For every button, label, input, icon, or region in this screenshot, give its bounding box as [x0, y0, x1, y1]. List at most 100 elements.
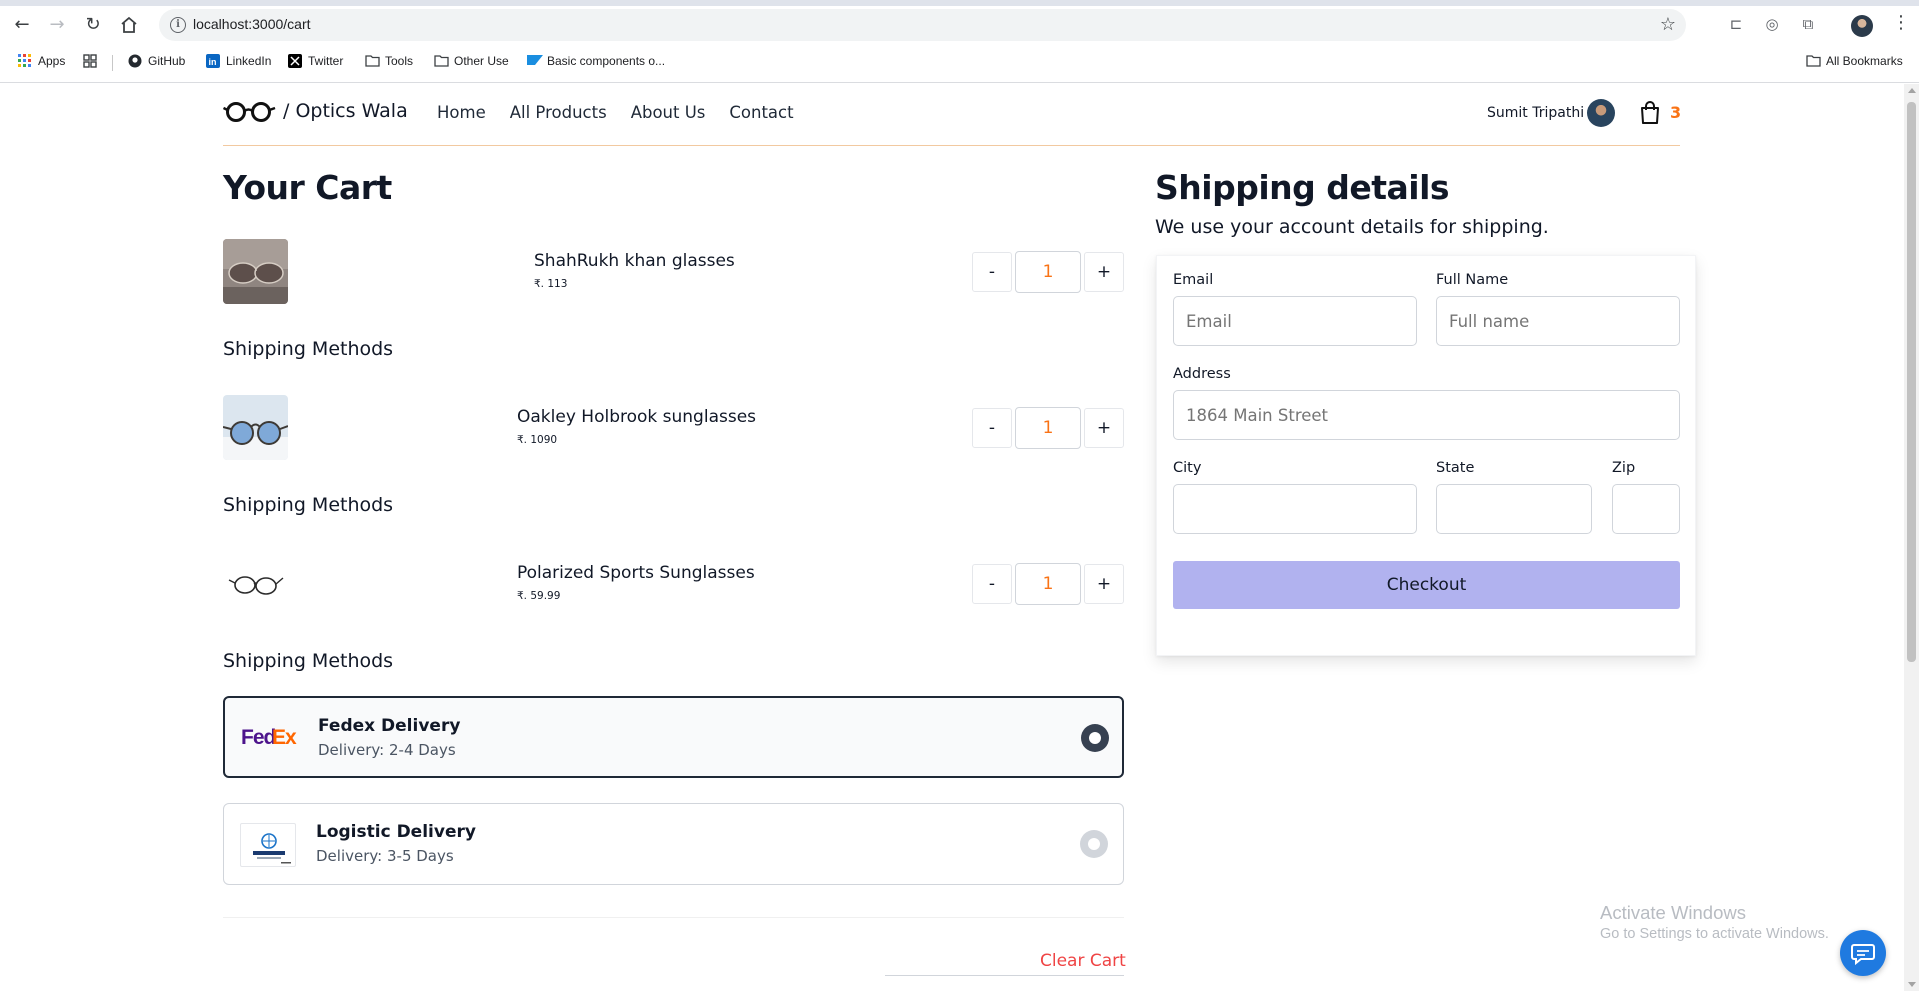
scroll-down-icon[interactable]	[1908, 982, 1916, 987]
radio-selected[interactable]	[1081, 724, 1109, 752]
folder-icon	[365, 54, 380, 68]
product-image[interactable]	[223, 239, 288, 304]
nav-contact[interactable]: Contact	[729, 103, 793, 122]
bookmark-star-icon[interactable]: ☆	[1660, 14, 1676, 35]
shipping-form: Email Full Name Address City State Zip C…	[1156, 255, 1696, 656]
city-field[interactable]	[1173, 484, 1417, 534]
avatar[interactable]	[1587, 99, 1615, 127]
bookmark-twitter[interactable]: Twitter	[288, 54, 343, 68]
bookmark-github[interactable]: GitHub	[128, 54, 185, 68]
browser-chrome: ← → ↻ i localhost:3000/cart ☆ ⊏ ◎ ⧉ ⋮ Ap…	[0, 0, 1919, 83]
product-price: ₹. 113	[534, 278, 568, 290]
state-label: State	[1436, 460, 1475, 476]
sap-icon	[527, 54, 543, 68]
quantity-input[interactable]: 1	[1015, 563, 1081, 605]
x-twitter-icon	[288, 54, 302, 68]
bookmark-other-use[interactable]: Other Use	[434, 54, 509, 68]
nav-about-us[interactable]: About Us	[631, 103, 706, 122]
bookmark-linkedin[interactable]: in LinkedIn	[206, 54, 271, 68]
zip-label: Zip	[1612, 460, 1636, 476]
product-name[interactable]: Polarized Sports Sunglasses	[517, 563, 755, 583]
address-bar[interactable]: i localhost:3000/cart ☆	[159, 9, 1686, 41]
site-info-icon[interactable]: i	[170, 17, 186, 33]
nav-all-products[interactable]: All Products	[510, 103, 607, 122]
shopping-bag-icon[interactable]	[1639, 101, 1661, 129]
activate-windows-subtitle: Go to Settings to activate Windows.	[1600, 926, 1829, 942]
forward-icon[interactable]: →	[46, 14, 68, 36]
main-nav: Home All Products About Us Contact	[437, 103, 818, 122]
extension-c-icon[interactable]: ⊏	[1726, 14, 1746, 34]
url-text[interactable]: localhost:3000/cart	[193, 16, 311, 32]
brand-name: / Optics Wala	[283, 100, 408, 122]
quantity-input[interactable]: 1	[1015, 251, 1081, 293]
product-price: ₹. 1090	[517, 434, 558, 446]
bookmark-label: GitHub	[148, 54, 186, 68]
address-field[interactable]	[1173, 390, 1680, 440]
bookmark-basic-components[interactable]: Basic components o...	[527, 54, 665, 68]
increase-qty-button[interactable]: +	[1084, 252, 1124, 292]
full-name-field[interactable]	[1436, 296, 1680, 346]
glasses-logo-icon	[223, 102, 276, 122]
bookmark-label: LinkedIn	[226, 54, 272, 68]
zip-field[interactable]	[1612, 484, 1680, 534]
bookmark-tools[interactable]: Tools	[365, 54, 413, 68]
product-name[interactable]: ShahRukh khan glasses	[534, 251, 735, 271]
browser-menu-icon[interactable]: ⋮	[1892, 12, 1910, 34]
email-label: Email	[1173, 272, 1214, 288]
bookmark-tab-groups[interactable]	[83, 54, 97, 68]
checkout-button[interactable]: Checkout	[1173, 561, 1680, 609]
profile-avatar-icon[interactable]	[1851, 15, 1873, 37]
decrease-qty-button[interactable]: -	[972, 252, 1012, 292]
clear-cart-button[interactable]: Clear Cart	[1040, 951, 1126, 971]
full-name-label: Full Name	[1436, 272, 1509, 288]
shipping-subtitle: We use your account details for shipping…	[1155, 216, 1549, 238]
state-field[interactable]	[1436, 484, 1592, 534]
decrease-qty-button[interactable]: -	[972, 564, 1012, 604]
chat-support-button[interactable]	[1840, 930, 1886, 976]
linkedin-icon: in	[206, 54, 220, 68]
quantity-input[interactable]: 1	[1015, 407, 1081, 449]
increase-qty-button[interactable]: +	[1084, 408, 1124, 448]
logo[interactable]: / Optics Wala	[223, 100, 408, 122]
extension-circle-icon[interactable]: ◎	[1762, 14, 1782, 34]
shipping-methods-label: Shipping Methods	[223, 494, 394, 516]
product-name[interactable]: Oakley Holbrook sunglasses	[517, 407, 756, 427]
scrollbar-thumb[interactable]	[1907, 102, 1916, 662]
city-label: City	[1173, 460, 1202, 476]
github-icon	[128, 54, 142, 68]
decrease-qty-button[interactable]: -	[972, 408, 1012, 448]
scroll-up-icon[interactable]	[1908, 88, 1916, 93]
activate-windows-title: Activate Windows	[1600, 902, 1746, 923]
back-icon[interactable]: ←	[11, 14, 33, 36]
apps-grid-icon	[18, 54, 32, 68]
all-bookmarks[interactable]: All Bookmarks	[1806, 54, 1903, 68]
shipping-option-title: Fedex Delivery	[318, 716, 461, 736]
cart-count-badge[interactable]: 3	[1670, 103, 1681, 122]
extensions-puzzle-icon[interactable]: ⧉	[1798, 14, 1818, 34]
bookmark-apps[interactable]: Apps	[18, 54, 65, 68]
home-icon[interactable]	[118, 14, 140, 36]
svg-text:Ex: Ex	[272, 726, 297, 749]
product-image[interactable]	[223, 551, 288, 616]
radio-unselected[interactable]	[1080, 830, 1108, 858]
shipping-option-fedex[interactable]: Fed Ex Fedex Delivery Delivery: 2-4 Days	[223, 696, 1124, 778]
product-image[interactable]	[223, 395, 288, 460]
email-field[interactable]	[1173, 296, 1417, 346]
bookmark-label: Tools	[385, 54, 414, 68]
tab-strip	[0, 0, 1919, 6]
bookmark-label: Other Use	[454, 54, 509, 68]
page-scrollbar[interactable]	[1904, 84, 1919, 991]
increase-qty-button[interactable]: +	[1084, 564, 1124, 604]
bookmark-label: All Bookmarks	[1826, 54, 1903, 68]
reload-icon[interactable]: ↻	[82, 14, 104, 36]
folder-icon	[434, 54, 449, 68]
shipping-methods-label: Shipping Methods	[223, 338, 394, 360]
svg-text:Fed: Fed	[241, 726, 276, 749]
product-price: ₹. 59.99	[517, 590, 561, 602]
chat-icon	[1851, 944, 1875, 966]
user-name[interactable]: Sumit Tripathi	[1487, 105, 1584, 121]
bookmark-label: Apps	[38, 54, 66, 68]
shipping-option-logistic[interactable]: Logistic Delivery Delivery: 3-5 Days	[223, 803, 1124, 885]
address-label: Address	[1173, 366, 1231, 382]
nav-home[interactable]: Home	[437, 103, 486, 122]
